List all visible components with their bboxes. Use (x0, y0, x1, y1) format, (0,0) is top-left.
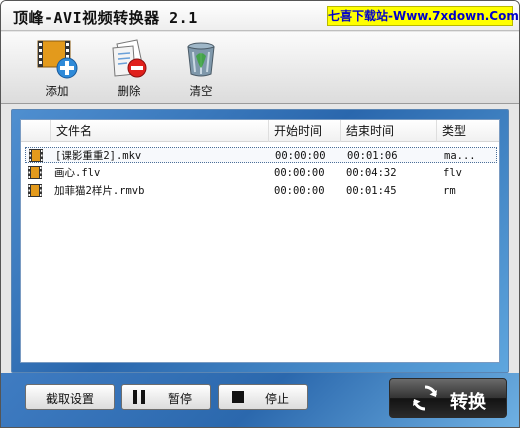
table-row[interactable]: 画心.flv 00:00:00 00:04:32 flv (25, 165, 497, 181)
capture-settings-button[interactable]: 截取设置 (25, 384, 115, 410)
title-bar[interactable]: 顶峰-AVI视频转换器 2.1 七喜下载站-Www.7xdown.Com (1, 1, 519, 31)
document-delete-icon (112, 39, 147, 78)
film-icon (28, 184, 42, 197)
add-button[interactable]: 添加 (31, 38, 83, 100)
header-end-time[interactable]: 结束时间 (341, 120, 437, 142)
delete-label: 删除 (117, 84, 141, 98)
app-window: 顶峰-AVI视频转换器 2.1 七喜下载站-Www.7xdown.Com 添加 (0, 0, 520, 428)
watermark-badge: 七喜下载站-Www.7xdown.Com (327, 6, 519, 26)
film-icon (29, 149, 43, 162)
pause-label: 暂停 (168, 392, 193, 406)
file-end-time: 00:04:32 (346, 167, 397, 179)
capture-settings-label: 截取设置 (46, 392, 95, 406)
file-type: flv (443, 167, 462, 179)
delete-button[interactable]: 删除 (103, 38, 155, 100)
refresh-icon (413, 385, 437, 411)
header-start-time[interactable]: 开始时间 (269, 120, 341, 142)
header-icon-column (21, 120, 51, 142)
pause-button[interactable]: 暂停 (121, 384, 211, 410)
file-type: ma... (444, 150, 476, 162)
trash-can-icon (187, 42, 215, 77)
add-label: 添加 (45, 84, 69, 98)
file-type: rm (443, 185, 456, 197)
stop-button[interactable]: 停止 (218, 384, 308, 410)
clear-button[interactable]: 清空 (175, 38, 227, 100)
list-header: 文件名 开始时间 结束时间 类型 (21, 120, 499, 142)
file-name: 画心.flv (54, 167, 101, 179)
convert-button[interactable]: 转换 (389, 378, 507, 418)
header-filename[interactable]: 文件名 (51, 120, 269, 142)
film-icon (28, 166, 42, 179)
file-name: 加菲猫2样片.rmvb (54, 185, 145, 197)
file-end-time: 00:01:06 (347, 150, 398, 162)
file-start-time: 00:00:00 (275, 150, 326, 162)
film-add-icon (37, 40, 78, 79)
stop-icon (232, 391, 244, 403)
file-start-time: 00:00:00 (274, 167, 325, 179)
file-start-time: 00:00:00 (274, 185, 325, 197)
main-panel: 文件名 开始时间 结束时间 类型 [课影重重2].mkv 00:00:00 00… (11, 109, 509, 373)
bottom-bar: 截取设置 暂停 停止 转换 (1, 373, 519, 427)
convert-label: 转换 (450, 392, 486, 413)
toolbar: 添加 删除 清空 (1, 32, 519, 104)
file-name: [课影重重2].mkv (55, 150, 142, 162)
window-title: 顶峰-AVI视频转换器 2.1 (13, 9, 198, 27)
header-type[interactable]: 类型 (437, 120, 499, 142)
table-row[interactable]: [课影重重2].mkv 00:00:00 00:01:06 ma... (25, 147, 497, 163)
stop-label: 停止 (265, 392, 290, 406)
table-row[interactable]: 加菲猫2样片.rmvb 00:00:00 00:01:45 rm (25, 183, 497, 199)
clear-label: 清空 (189, 84, 213, 98)
pause-icon (133, 390, 145, 404)
file-list[interactable]: 文件名 开始时间 结束时间 类型 [课影重重2].mkv 00:00:00 00… (20, 119, 500, 363)
file-end-time: 00:01:45 (346, 185, 397, 197)
